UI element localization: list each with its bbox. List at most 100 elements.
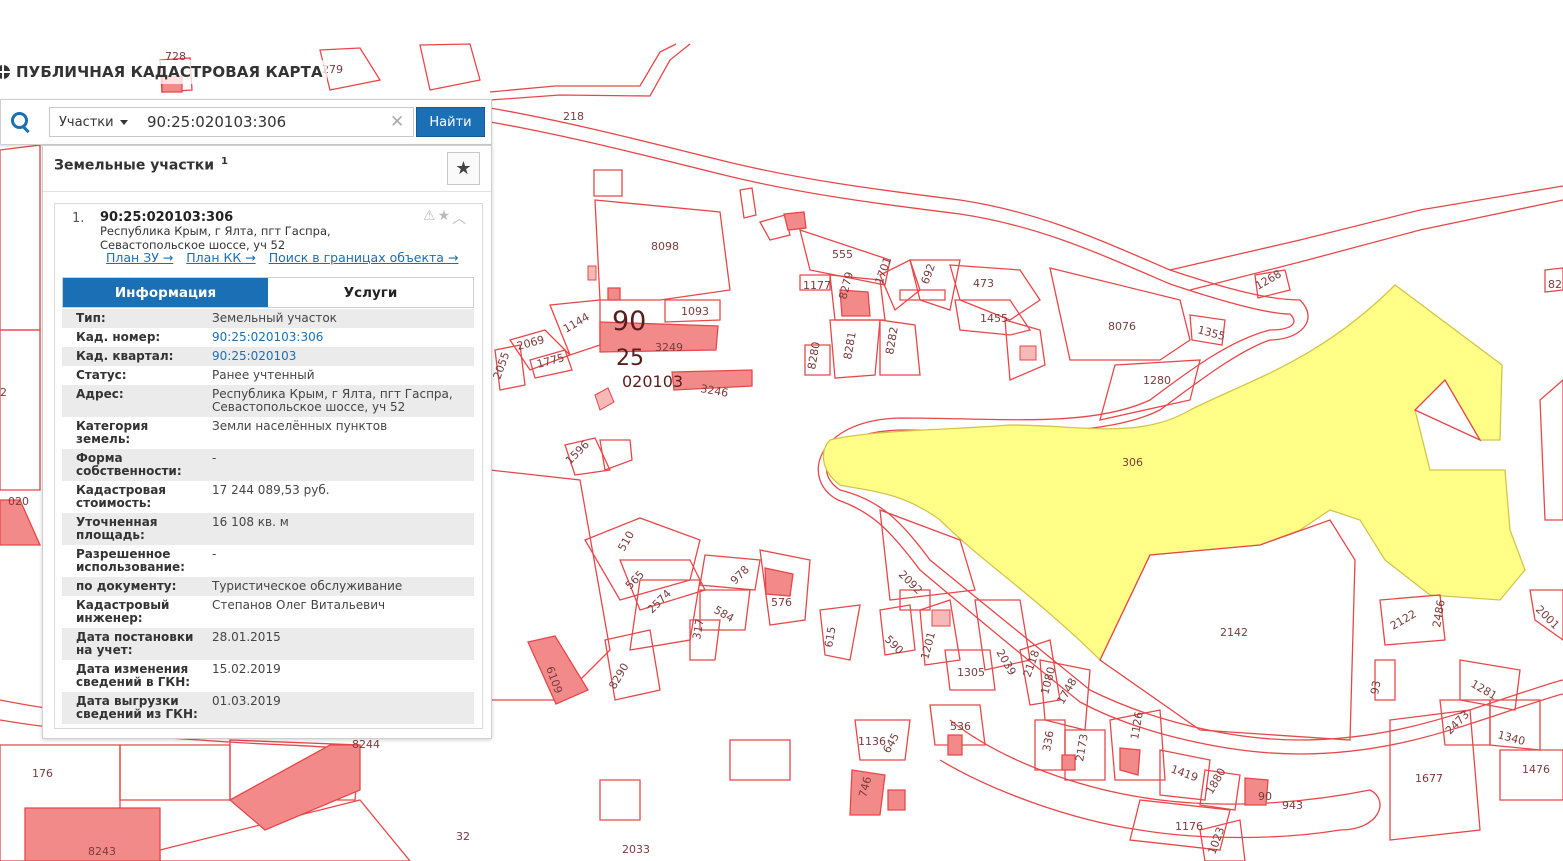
result-card: 1. 90:25:020103:306 Республика Крым, г Я… [54,203,483,729]
info-value: 28.01.2015 [212,630,281,644]
favorite-star-button[interactable]: ★ [447,152,480,185]
info-key: Тип: [76,311,106,325]
info-table: Тип: Земельный участок Кад. номер: 90:25:02… [62,309,474,724]
parcel-label: 1093 [681,305,709,318]
info-row: Дата изменения сведений в ГКН: 15.02.2019 [62,660,474,692]
parcel-label: 978 [728,563,752,587]
parcel-label: 020 [8,495,29,508]
info-key: Категория земель: [76,419,149,446]
info-value: 01.03.2019 [212,694,281,708]
info-value: Республика Крым, г Ялта, пгт Гаспра, Сев… [212,387,453,414]
parcel-label: 536 [950,720,971,733]
parcel-label: 3249 [655,341,683,354]
info-row: Кадастровая стоимость: 17 244 089,53 руб. [62,481,474,513]
link-search-in-bounds[interactable]: Поиск в границах объекта → [269,250,459,265]
parcel-label: 1023 [1206,825,1228,856]
parcel-label: 943 [1282,799,1303,812]
globe-icon [0,65,10,79]
parcel-label: 8098 [651,240,679,253]
road-east-b [1189,199,1563,291]
info-key: Кадастровая стоимость: [76,483,166,510]
info-row: по документу: Туристическое обслуживание [62,577,474,596]
search-type-label: Участки [59,114,114,130]
parcel-label: 565 [623,568,647,592]
parcel-label: 1596 [563,438,592,467]
info-key: Дата изменения сведений в ГКН: [76,662,191,689]
quarter-label-25: 25 [616,346,644,371]
road-east [1169,185,1563,271]
selected-parcel-306 [822,284,1526,662]
info-row: Категория земель: Земли населённых пункто… [62,417,474,449]
info-key: Форма собственности: [76,451,182,478]
info-value: 16 108 кв. м [212,515,289,529]
parcel-label: 1201 [918,630,938,660]
search-input[interactable] [134,107,414,137]
link-plan-kk[interactable]: План КК → [186,250,255,265]
info-row: Уточненная площадь: 16 108 кв. м [62,513,474,545]
parcel-label: 93 [1368,679,1383,695]
info-key: Статус: [76,368,127,382]
parcel-label: 2001 [1533,603,1562,632]
info-key: Разрешенное использование: [76,547,185,574]
parcel-label: 510 [615,529,637,554]
search-icon[interactable] [11,112,31,132]
info-row: Кад. квартал: 90:25:020103 [62,347,474,366]
info-key: Кадастровый инженер: [76,598,170,625]
info-row: Адрес: Республика Крым, г Ялта, пгт Гаспр… [62,385,474,417]
parcel-label: 1677 [1415,772,1443,785]
info-key: Кад. квартал: [76,349,174,363]
parcel-label: 8290 [606,661,631,692]
parcel-label: 1340 [1496,728,1526,748]
info-key: Адрес: [76,387,124,401]
card-links: План ЗУ → План КК → Поиск в границах объ… [106,250,458,265]
parcel-label: 2039 [993,647,1018,678]
result-address-line1: Республика Крым, г Ялта, пгт Гаспра, [100,224,331,238]
parcel-label: 218 [563,110,584,123]
parcel-label: 1281 [1469,677,1500,702]
tab-services[interactable]: Услуги [268,278,473,307]
chevron-up-icon[interactable]: ︿ [452,208,466,228]
parcel-label: 555 [832,248,853,261]
quarter-label-020103: 020103 [622,372,683,391]
info-key: Уточненная площадь: [76,515,158,542]
result-tabs: Информация Услуги [62,277,474,308]
info-value: 17 244 089,53 руб. [212,483,330,497]
panel-title-text: Земельные участки [54,157,215,174]
result-address: Республика Крым, г Ялта, пгт Гаспра, Сев… [100,224,360,252]
parcel-label: 1176 [1175,820,1203,833]
warning-icon[interactable]: ⚠ [423,208,436,228]
map-label-selected: 306 [1122,456,1143,469]
info-value: 15.02.2019 [212,662,281,676]
info-row: Дата выгрузки сведений из ГКН: 01.03.2019 [62,692,474,724]
parcel-label: 2173 [1073,733,1091,763]
link-plan-zu[interactable]: План ЗУ → [106,250,173,265]
tab-info[interactable]: Информация [63,278,268,307]
info-key: по документу: [76,579,177,593]
info-row: Форма собственности: - [62,449,474,481]
info-value[interactable]: 90:25:020103 [198,347,474,366]
results-panel: Земельные участки 1 ★ 1. 90:25:020103:30… [42,145,492,739]
info-row: Разрешенное использование: - [62,545,474,577]
info-value: Степанов Олег Витальевич [212,598,386,612]
search-type-select[interactable]: Участки [49,107,135,137]
parcel-label: 8281 [841,331,859,361]
parcel-label: 317 [690,618,706,641]
parcel-label: 8282 [883,326,901,356]
parcel-label: 2122 [1388,607,1419,632]
road-top-b [489,43,677,93]
clear-icon[interactable]: ✕ [390,112,404,132]
star-icon[interactable]: ★ [438,208,451,228]
app-title: ПУБЛИЧНАЯ КАДАСТРОВАЯ КАРТА [16,63,323,81]
parcel-label: 2486 [1430,599,1448,629]
parcel-label: 1268 [1253,267,1284,292]
info-row: Статус: Ранее учтенный [62,366,474,385]
parcel-label: 590 [882,633,906,657]
info-value[interactable]: 90:25:020103:306 [198,328,474,347]
info-value: - [212,451,217,465]
find-button[interactable]: Найти [416,107,485,137]
parcel-label: 1280 [1143,374,1171,387]
info-value: Туристическое обслуживание [212,579,403,593]
info-row: Кад. номер: 90:25:020103:306 [62,328,474,347]
result-cad-number[interactable]: 90:25:020103:306 [100,210,233,225]
info-row: Кадастровый инженер: Степанов Олег Виталь… [62,596,474,628]
